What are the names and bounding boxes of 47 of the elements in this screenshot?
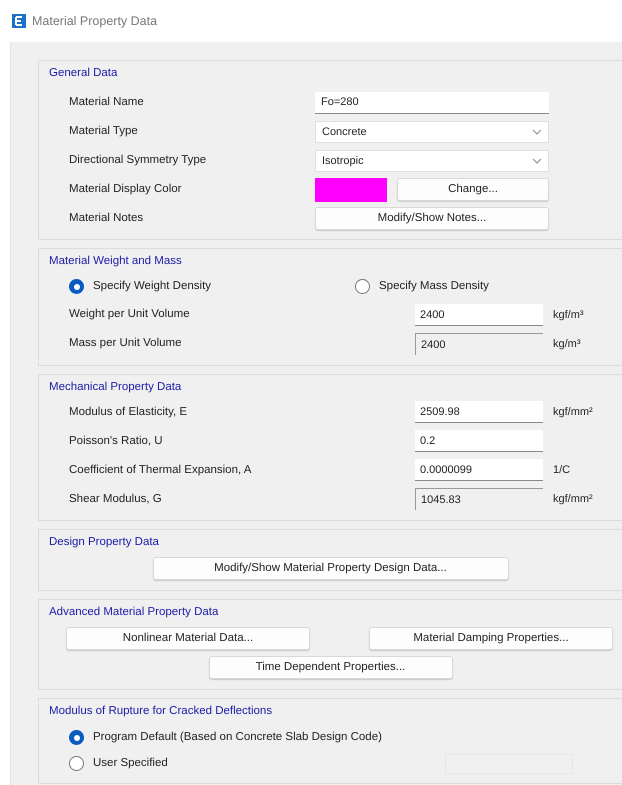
unit-label: 1/C (553, 463, 570, 478)
group-title: Design Property Data (48, 534, 160, 550)
group-title: Material Weight and Mass (48, 254, 183, 270)
field-label: Material Notes (68, 211, 144, 226)
number-field[interactable]: 2509.98 (415, 401, 543, 424)
chevron-down-icon (532, 158, 542, 164)
radio-button[interactable] (69, 279, 84, 294)
group-title: Modulus of Rupture for Cracked Deflections (48, 704, 274, 720)
dialog-button[interactable]: Modify/Show Notes... (315, 207, 549, 230)
radio-button[interactable] (69, 756, 84, 771)
dropdown[interactable]: Isotropic (315, 150, 549, 172)
field-label: Material Type (68, 124, 139, 140)
dialog-button[interactable]: Modify/Show Material Property Design Data... (152, 557, 508, 580)
radio-button[interactable] (69, 730, 84, 745)
field-label: Shear Modulus, G (68, 492, 163, 507)
field-label: Material Display Color (68, 182, 182, 198)
unit-label: kgf/mm² (553, 492, 593, 507)
dropdown[interactable]: Concrete (315, 120, 549, 143)
radio-label: User Specified (93, 756, 168, 771)
window-title: Material Property Data (32, 12, 158, 30)
unit-label: kgf/mm² (553, 405, 593, 420)
number-field[interactable]: 0.0000099 (415, 459, 543, 482)
field-label: Material Name (68, 95, 145, 110)
group-title: Advanced Material Property Data (48, 605, 220, 620)
radio-button[interactable] (355, 279, 370, 294)
field-label: Weight per Unit Volume (68, 307, 191, 322)
app-icon (12, 14, 26, 28)
dialog-button[interactable]: Material Damping Properties... (369, 627, 613, 650)
chevron-down-icon (532, 128, 542, 135)
number-field[interactable]: 2400 (415, 304, 543, 326)
group-title: General Data (48, 66, 118, 81)
unit-label: kgf/m³ (553, 308, 584, 323)
group-title: Mechanical Property Data (48, 380, 182, 394)
text-field[interactable]: Fo=280 (315, 92, 549, 114)
dialog-button[interactable]: Change... (397, 178, 549, 202)
dialog-button[interactable]: Nonlinear Material Data... (66, 627, 310, 650)
radio-label: Program Default (Based on Concrete Slab Design Code) (93, 730, 382, 745)
field-label: Directional Symmetry Type (68, 153, 208, 168)
number-field[interactable]: 0.2 (415, 430, 543, 452)
field-label: Modulus of Elasticity, E (68, 404, 188, 420)
radio-label: Specify Mass Density (379, 278, 489, 294)
field-label: Mass per Unit Volume (68, 336, 182, 352)
dialog-button[interactable]: Time Dependent Properties... (208, 656, 452, 680)
field-label: Poisson's Ratio, U (68, 434, 164, 449)
field-label: Coefficient of Thermal Expansion, A (68, 462, 252, 478)
radio-label: Specify Weight Density (93, 278, 212, 294)
unit-label: kg/m³ (553, 336, 580, 352)
